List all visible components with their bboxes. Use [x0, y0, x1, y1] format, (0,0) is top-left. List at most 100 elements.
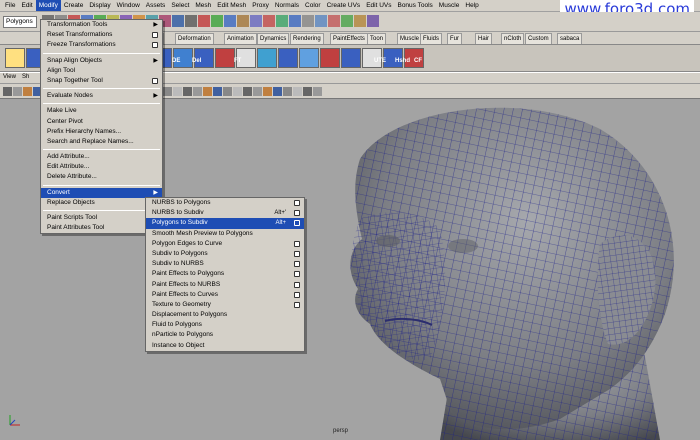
shelf-tool-icon[interactable]: [257, 48, 277, 68]
status-tool-icon[interactable]: [341, 15, 353, 27]
menu-item-replace-objects[interactable]: Replace Objects: [41, 198, 162, 208]
menu-item-snap-align-objects[interactable]: Snap Align Objects ▶: [41, 56, 162, 66]
option-box-icon[interactable]: [294, 200, 300, 206]
status-tool-icon[interactable]: [328, 15, 340, 27]
panel-tool-icon[interactable]: [243, 87, 252, 96]
menu-item-reset-transformations[interactable]: Reset Transformations: [41, 30, 162, 40]
shelf-tab-ncloth[interactable]: nCloth: [501, 33, 525, 44]
panel-menu-shading[interactable]: Sh: [22, 74, 29, 80]
convert-item-paint-effects-to-curves[interactable]: Paint Effects to Curves: [146, 290, 304, 300]
menubar-item-proxy[interactable]: Proxy: [249, 0, 272, 11]
menubar-item-edit-mesh[interactable]: Edit Mesh: [214, 0, 249, 11]
option-box-icon[interactable]: [294, 261, 300, 268]
panel-tool-icon[interactable]: [253, 87, 262, 96]
status-tool-icon[interactable]: [237, 15, 249, 27]
status-tool-icon[interactable]: [276, 15, 288, 27]
status-tool-icon[interactable]: [185, 15, 197, 27]
menu-item-edit-attribute[interactable]: Edit Attribute...: [41, 162, 162, 172]
status-tool-icon[interactable]: [367, 15, 379, 27]
convert-item-nurbs-to-subdiv[interactable]: NURBS to Subdiv Alt+': [146, 208, 304, 218]
status-tool-icon[interactable]: [289, 15, 301, 27]
panel-tool-icon[interactable]: [193, 87, 202, 96]
convert-item-subdiv-to-nurbs[interactable]: Subdiv to NURBS: [146, 259, 304, 269]
shelf-tab-deformation[interactable]: Deformation: [175, 33, 214, 44]
menu-item-paint-attributes-tool[interactable]: Paint Attributes Tool: [41, 223, 162, 233]
panel-tool-icon[interactable]: [313, 87, 322, 96]
panel-tool-icon[interactable]: [233, 87, 242, 96]
option-box-icon[interactable]: [294, 301, 300, 308]
status-tool-icon[interactable]: [172, 15, 184, 27]
panel-menu-view[interactable]: View: [3, 74, 16, 80]
menubar-item-edit-uvs[interactable]: Edit UVs: [363, 0, 394, 11]
shelf-tab-rendering[interactable]: Rendering: [290, 33, 324, 44]
menubar-item-create[interactable]: Create: [61, 0, 87, 11]
status-tool-icon[interactable]: [250, 15, 262, 27]
convert-item-fluid-to-polygons[interactable]: Fluid to Polygons: [146, 320, 304, 330]
menu-item-delete-attribute[interactable]: Delete Attribute...: [41, 172, 162, 182]
convert-item-paint-effects-to-nurbs[interactable]: Paint Effects to NURBS: [146, 280, 304, 290]
menu-item-snap-together-tool[interactable]: Snap Together Tool: [41, 76, 162, 86]
panel-tool-icon[interactable]: [263, 87, 272, 96]
menu-item-evaluate-nodes[interactable]: Evaluate Nodes ▶: [41, 91, 162, 101]
option-box-icon[interactable]: [294, 281, 300, 288]
convert-item-displacement-to-polygons[interactable]: Displacement to Polygons: [146, 310, 304, 320]
status-tool-icon[interactable]: [315, 15, 327, 27]
shelf-tab-muscle[interactable]: Muscle: [397, 33, 423, 44]
menubar-item-modify[interactable]: Modify: [35, 0, 61, 11]
shelf-tab-toon[interactable]: Toon: [367, 33, 387, 44]
convert-item-paint-effects-to-polygons[interactable]: Paint Effects to Polygons: [146, 269, 304, 279]
menu-item-search-and-replace-names[interactable]: Search and Replace Names...: [41, 137, 162, 147]
menu-item-prefix-hierarchy-names[interactable]: Prefix Hierarchy Names...: [41, 127, 162, 137]
convert-item-polygon-edges-to-curve[interactable]: Polygon Edges to Curve: [146, 239, 304, 249]
convert-item-nparticle-to-polygons[interactable]: nParticle to Polygons: [146, 330, 304, 340]
panel-tool-icon[interactable]: [223, 87, 232, 96]
option-box-icon[interactable]: [294, 210, 300, 217]
menu-item-freeze-transformations[interactable]: Freeze Transformations: [41, 40, 162, 50]
menu-item-transformation-tools[interactable]: Transformation Tools ▶: [41, 20, 162, 30]
menu-item-make-live[interactable]: Make Live: [41, 106, 162, 116]
option-box-icon[interactable]: [294, 271, 300, 278]
option-box-icon[interactable]: [152, 42, 158, 49]
panel-tool-icon[interactable]: [173, 87, 182, 96]
convert-item-subdiv-to-polygons[interactable]: Subdiv to Polygons: [146, 249, 304, 259]
panel-tool-icon[interactable]: [163, 87, 172, 96]
shelf-tool-icon[interactable]: [5, 48, 25, 68]
panel-tool-icon[interactable]: [13, 87, 22, 96]
status-tool-icon[interactable]: [302, 15, 314, 27]
status-tool-icon[interactable]: [211, 15, 223, 27]
shelf-tab-hair[interactable]: Hair: [475, 33, 493, 44]
option-box-icon[interactable]: [294, 220, 300, 227]
shelf-tab-fluids[interactable]: Fluids: [420, 33, 443, 44]
status-tool-icon[interactable]: [354, 15, 366, 27]
shelf-tool-icon[interactable]: [278, 48, 298, 68]
shelf-tool-icon[interactable]: [299, 48, 319, 68]
shelf-tab-painteffects[interactable]: PaintEffects: [330, 33, 368, 44]
status-tool-icon[interactable]: [224, 15, 236, 27]
menubar-item-mesh[interactable]: Mesh: [192, 0, 214, 11]
menu-item-convert[interactable]: Convert ▶: [41, 187, 162, 198]
convert-item-polygons-to-subdiv[interactable]: Polygons to Subdiv Alt+: [146, 218, 304, 229]
menubar-item-muscle[interactable]: Muscle: [436, 0, 463, 11]
convert-item-nurbs-to-polygons[interactable]: NURBS to Polygons: [146, 198, 304, 208]
menu-set-select[interactable]: Polygons: [3, 16, 37, 28]
menubar-item-select[interactable]: Select: [168, 0, 192, 11]
shelf-tab-dynamics[interactable]: Dynamics: [257, 33, 290, 44]
menubar-item-edit[interactable]: Edit: [18, 0, 35, 11]
option-box-icon[interactable]: [294, 240, 300, 247]
menubar-item-color[interactable]: Color: [302, 0, 324, 11]
panel-tool-icon[interactable]: [283, 87, 292, 96]
menu-item-paint-scripts-tool[interactable]: Paint Scripts Tool: [41, 213, 162, 223]
status-tool-icon[interactable]: [263, 15, 275, 27]
menubar-item-normals[interactable]: Normals: [272, 0, 302, 11]
panel-tool-icon[interactable]: [3, 87, 12, 96]
menubar-item-file[interactable]: File: [2, 0, 18, 11]
menubar-item-bonus-tools[interactable]: Bonus Tools: [394, 0, 435, 11]
panel-tool-icon[interactable]: [183, 87, 192, 96]
shelf-tab-fur[interactable]: Fur: [447, 33, 462, 44]
menubar-item-window[interactable]: Window: [114, 0, 143, 11]
menu-item-center-pivot[interactable]: Center Pivot: [41, 117, 162, 127]
menubar-item-display[interactable]: Display: [86, 0, 113, 11]
shelf-tool-icon[interactable]: [215, 48, 235, 68]
convert-item-instance-to-object[interactable]: Instance to Object: [146, 341, 304, 351]
convert-item-texture-to-geometry[interactable]: Texture to Geometry: [146, 300, 304, 310]
